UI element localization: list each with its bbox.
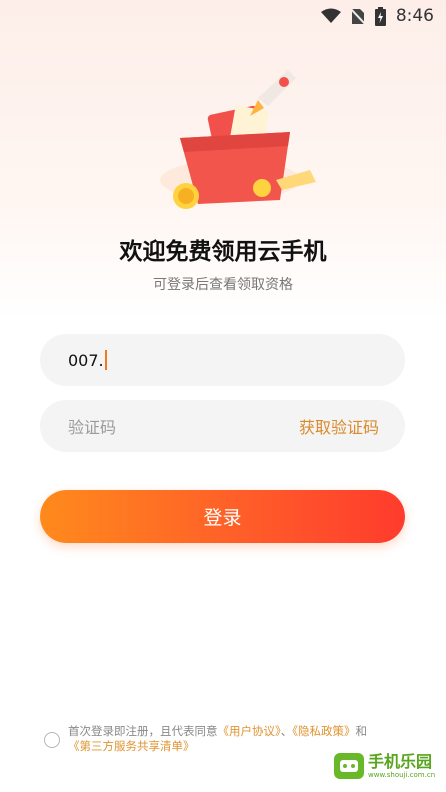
privacy-policy-link[interactable]: 《隐私政策》 [292, 724, 355, 738]
battery-charging-icon [374, 6, 386, 26]
watermark-url: www.shouji.com.cn [368, 770, 436, 779]
watermark: 手机乐园 www.shouji.com.cn [334, 748, 438, 784]
code-placeholder: 验证码 [68, 418, 117, 437]
agreement-and: 和 [355, 724, 368, 738]
third-party-list-link[interactable]: 《第三方服务共享清单》 [68, 739, 195, 753]
get-code-button[interactable]: 获取验证码 [299, 414, 379, 438]
no-sim-icon [350, 7, 365, 25]
page-title: 欢迎免费领用云手机 [119, 239, 327, 265]
watermark-logo-icon [334, 753, 364, 779]
user-agreement-link[interactable]: 《用户协议》 [218, 724, 281, 738]
verification-code-input[interactable]: 验证码 获取验证码 [40, 400, 405, 452]
text-cursor [104, 350, 107, 370]
agreement-text: 首次登录即注册，且代表同意《用户协议》、《隐私政策》和《第三方服务共享清单》 [68, 724, 374, 754]
clock: 8:46 [395, 6, 434, 26]
watermark-name: 手机乐园 [368, 751, 433, 771]
agreement-prefix: 首次登录即注册，且代表同意 [68, 724, 218, 738]
agreement-checkbox[interactable] [44, 732, 60, 748]
phone-input-value: 007. [68, 350, 104, 370]
agreement-separator: 、 [280, 724, 293, 738]
login-button[interactable]: 登录 [40, 490, 405, 543]
page-subtitle: 可登录后查看领取资格 [153, 277, 293, 293]
agreement: 首次登录即注册，且代表同意《用户协议》、《隐私政策》和《第三方服务共享清单》 [44, 724, 374, 754]
phone-input[interactable]: 007. [40, 334, 405, 386]
gift-box-rocket-illustration [140, 70, 320, 220]
status-bar: 8:46 [0, 0, 446, 32]
wifi-icon [320, 8, 341, 24]
